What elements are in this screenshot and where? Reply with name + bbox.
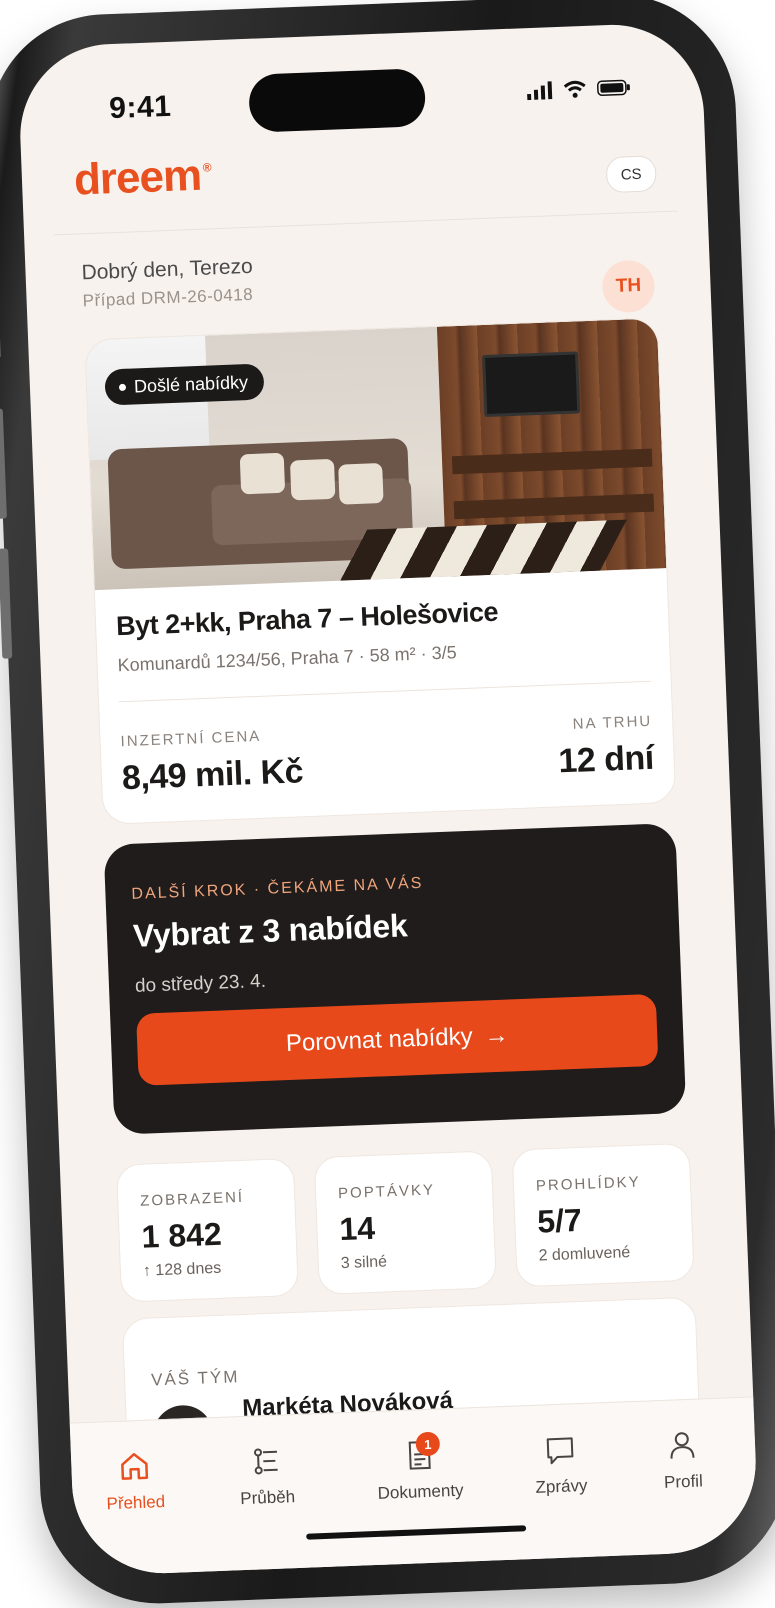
stat-sub: 3 silné bbox=[340, 1253, 388, 1273]
timeline-icon bbox=[253, 1448, 278, 1475]
stat-value: 5/7 bbox=[536, 1201, 583, 1240]
tab-prehled[interactable]: Přehled bbox=[79, 1447, 191, 1515]
app-screen: 9:41 dreem® CS Dobrý den, Terezo Případ … bbox=[16, 21, 760, 1577]
price-value: 8,49 mil. Kč bbox=[121, 752, 304, 798]
tv-shape bbox=[482, 351, 581, 418]
badge-label: Došlé nabídky bbox=[133, 371, 249, 396]
stat-value: 1 842 bbox=[140, 1215, 223, 1255]
stat-value: 14 bbox=[338, 1209, 376, 1248]
compare-offers-button[interactable]: Porovnat nabídky → bbox=[136, 993, 659, 1086]
price-label: INZERTNÍ CENA bbox=[120, 727, 262, 751]
case-id: Případ DRM-26-0418 bbox=[82, 284, 254, 311]
status-time: 9:41 bbox=[108, 89, 172, 126]
dreem-logo[interactable]: dreem® bbox=[73, 150, 212, 205]
next-step-deadline: do středy 23. 4. bbox=[134, 970, 267, 997]
stat-label: POPTÁVKY bbox=[337, 1181, 436, 1203]
property-address: Komunardů 1234/56, Praha 7 · 58 m² · 3/5 bbox=[117, 642, 458, 676]
chat-icon bbox=[546, 1437, 574, 1465]
stat-sub: 2 domluvené bbox=[538, 1244, 631, 1265]
tab-dokumenty[interactable]: 1 Dokumenty bbox=[357, 1431, 483, 1505]
market-label: NA TRHU bbox=[572, 712, 653, 733]
next-step-title: Vybrat z 3 nabídek bbox=[132, 907, 408, 954]
property-photo bbox=[85, 318, 667, 591]
tab-profil[interactable]: Profil bbox=[626, 1426, 738, 1494]
property-card[interactable]: Došlé nabídky Byt 2+kk, Praha 7 – Holešo… bbox=[84, 317, 677, 825]
tab-label: Přehled bbox=[106, 1492, 166, 1514]
language-switch[interactable]: CS bbox=[605, 155, 657, 194]
status-badge: Došlé nabídky bbox=[104, 363, 265, 406]
arrow-right-icon: → bbox=[484, 1021, 510, 1050]
next-step-label: DALŠÍ KROK · ČEKÁME NA VÁS bbox=[131, 874, 424, 903]
stat-viewings[interactable]: PROHLÍDKY 5/7 2 domluvené bbox=[511, 1142, 695, 1288]
dynamic-island bbox=[248, 68, 427, 133]
phone-device: 9:41 dreem® CS Dobrý den, Terezo Případ … bbox=[0, 0, 775, 1608]
stat-label: PROHLÍDKY bbox=[535, 1173, 641, 1195]
stat-inquiries[interactable]: POPTÁVKY 14 3 silné bbox=[313, 1150, 497, 1296]
tab-bar: Přehled Průběh 1 Dokumenty Zprávy Profil bbox=[69, 1396, 760, 1577]
team-label: VÁŠ TÝM bbox=[150, 1367, 240, 1390]
tab-zpravy[interactable]: Zprávy bbox=[505, 1431, 617, 1499]
tab-label: Průběh bbox=[239, 1487, 296, 1509]
home-icon bbox=[121, 1452, 149, 1480]
tab-label: Zprávy bbox=[535, 1475, 588, 1497]
property-divider bbox=[119, 680, 651, 703]
wifi-icon bbox=[563, 80, 586, 98]
tab-label: Dokumenty bbox=[377, 1480, 464, 1503]
tab-label: Profil bbox=[663, 1471, 704, 1492]
compare-offers-label: Porovnat nabídky bbox=[285, 1022, 474, 1058]
property-title: Byt 2+kk, Praha 7 – Holešovice bbox=[115, 596, 499, 642]
notification-badge: 1 bbox=[415, 1431, 441, 1457]
stat-views[interactable]: ZOBRAZENÍ 1 842 ↑ 128 dnes bbox=[115, 1157, 300, 1303]
badge-dot bbox=[118, 383, 127, 391]
user-avatar[interactable]: TH bbox=[601, 259, 656, 314]
battery-icon bbox=[597, 79, 630, 97]
tab-prubeh[interactable]: Průběh bbox=[211, 1442, 323, 1510]
status-icons bbox=[527, 78, 632, 101]
header-divider bbox=[54, 210, 678, 236]
user-icon bbox=[670, 1432, 695, 1459]
greeting: Dobrý den, Terezo bbox=[81, 254, 254, 285]
market-value: 12 dní bbox=[557, 738, 655, 781]
signal-icon bbox=[527, 81, 553, 101]
stat-sub: ↑ 128 dnes bbox=[142, 1259, 222, 1280]
stat-label: ZOBRAZENÍ bbox=[139, 1188, 245, 1210]
next-step-card: DALŠÍ KROK · ČEKÁME NA VÁS Vybrat z 3 na… bbox=[103, 822, 687, 1135]
